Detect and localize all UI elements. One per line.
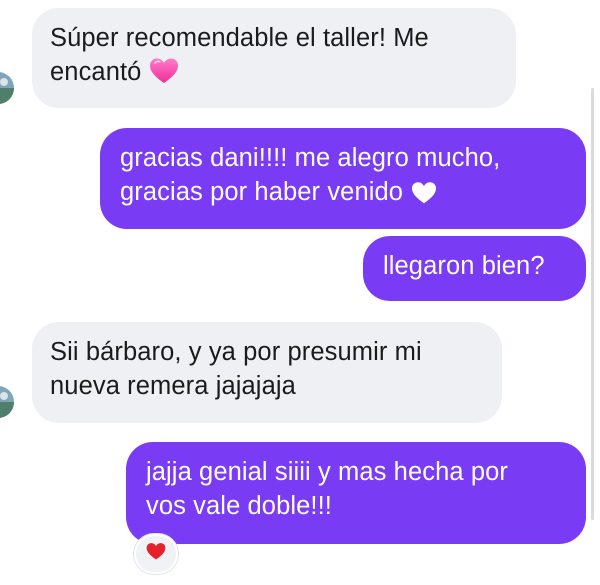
message-text-line: vos vale doble!!! xyxy=(146,492,332,520)
message-text-line: gracias por haber venido xyxy=(120,175,566,214)
scrollbar[interactable] xyxy=(591,88,594,520)
avatar-photo-icon xyxy=(0,386,14,418)
message-text-line: nueva remera jajajaja xyxy=(50,372,296,400)
contact-avatar[interactable] xyxy=(0,386,14,418)
avatar-photo-icon xyxy=(0,72,14,104)
white-heart-icon xyxy=(411,180,437,214)
outgoing-message-bubble[interactable]: gracias dani!!!! me alegro mucho, gracia… xyxy=(100,128,586,229)
red-heart-icon xyxy=(146,542,166,566)
message-text-line: Sii bárbaro, y ya por presumir mi xyxy=(50,338,422,366)
message-text-line: jajja genial siiii y mas hecha por xyxy=(146,458,508,486)
contact-avatar[interactable] xyxy=(0,72,14,104)
outgoing-message-bubble[interactable]: jajja genial siiii y mas hecha por vos v… xyxy=(126,442,586,544)
message-text-line: gracias dani!!!! me alegro mucho, xyxy=(120,144,501,172)
outgoing-message-bubble[interactable]: llegaron bien? xyxy=(363,236,586,301)
pink-heart-icon xyxy=(149,57,179,94)
message-text-line: encantó xyxy=(50,55,494,94)
message-reaction[interactable] xyxy=(134,534,178,574)
message-text-line: llegaron bien? xyxy=(383,252,545,280)
incoming-message-bubble[interactable]: Súper recomendable el taller! Me encantó xyxy=(32,8,516,108)
incoming-message-bubble[interactable]: Sii bárbaro, y ya por presumir mi nueva … xyxy=(32,322,502,423)
message-text-line: Súper recomendable el taller! Me xyxy=(50,24,429,52)
